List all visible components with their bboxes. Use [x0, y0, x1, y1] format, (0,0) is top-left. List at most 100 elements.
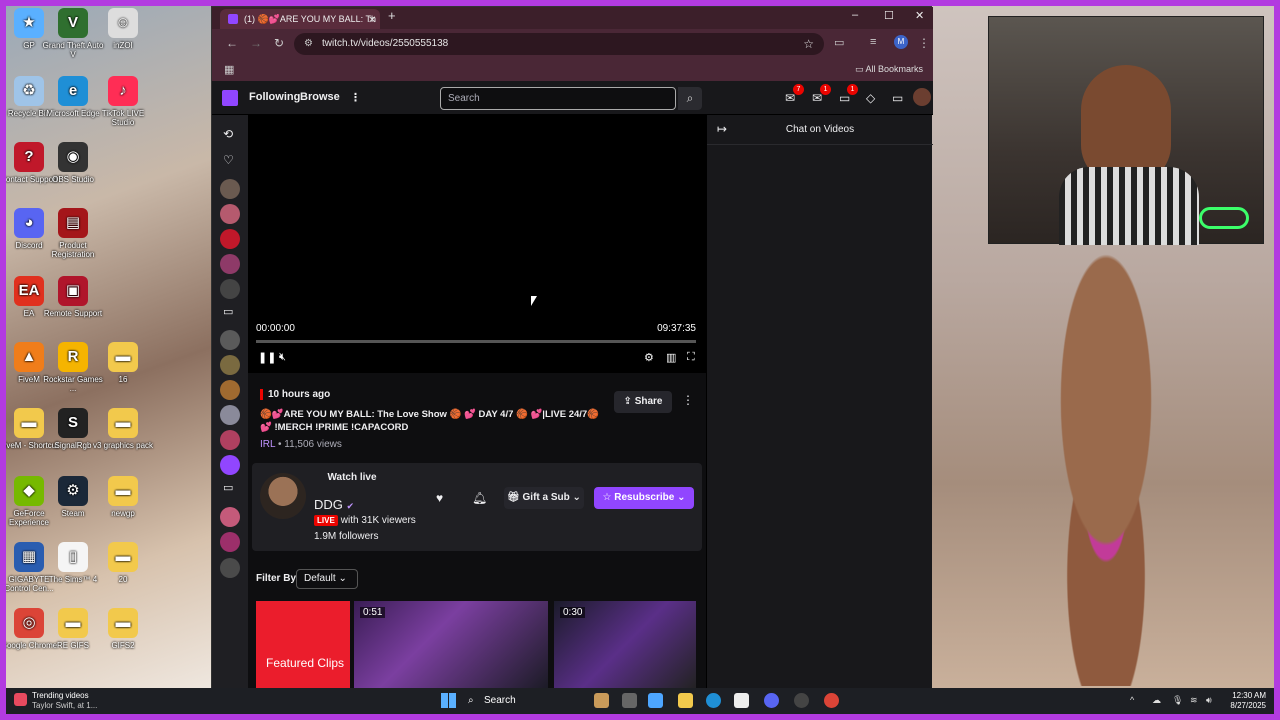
desktop-icon[interactable]: ☺ inZOI: [92, 8, 154, 50]
forward-icon[interactable]: →: [250, 36, 262, 50]
desktop-icon[interactable]: ▣ Remote Support: [42, 276, 104, 318]
settings-gear-icon[interactable]: ⚙: [644, 351, 654, 364]
back-icon[interactable]: ←: [226, 36, 238, 50]
file-explorer-icon[interactable]: [678, 693, 693, 708]
browser-tab[interactable]: (1) 🏀💕ARE YOU MY BALL: Th ✕: [220, 9, 380, 29]
volume-icon[interactable]: 🔊︎: [1206, 695, 1212, 706]
tray-app-icon[interactable]: ☁: [1152, 695, 1161, 706]
desktop-icon[interactable]: ♪ TikTok LIVE Studio: [92, 76, 154, 127]
sidebar-channel-avatar[interactable]: [220, 179, 240, 199]
browser-menu-icon[interactable]: ⋮: [918, 36, 930, 50]
new-tab-icon[interactable]: +: [388, 8, 396, 23]
sidebar-channel-avatar[interactable]: [220, 430, 240, 450]
nav-following[interactable]: Following: [249, 91, 300, 103]
cast-icon[interactable]: ▭: [834, 36, 844, 49]
collapse-chat-icon[interactable]: ↦: [717, 122, 727, 136]
store-icon[interactable]: [734, 693, 749, 708]
category-link[interactable]: IRL: [260, 439, 275, 450]
resubscribe-button[interactable]: ☆ Resubscribe ⌄: [594, 487, 694, 509]
more-menu-icon[interactable]: ⋮: [350, 91, 361, 104]
clip-thumbnail[interactable]: 0:51: [354, 601, 548, 688]
microphone-icon[interactable]: 🎙︎: [1172, 695, 1183, 706]
site-info-icon[interactable]: ⚙: [304, 33, 313, 55]
wifi-icon[interactable]: ≋: [1190, 695, 1198, 706]
clip-thumbnail[interactable]: 0:30: [554, 601, 696, 688]
search-input[interactable]: Search: [440, 87, 676, 110]
task-view-icon[interactable]: [622, 693, 637, 708]
seek-bar[interactable]: [256, 340, 696, 343]
sidebar-channel-avatar[interactable]: [220, 254, 240, 274]
system-clock[interactable]: 12:30 AM 8/27/2025: [1230, 691, 1266, 711]
discord-icon[interactable]: [764, 693, 779, 708]
sidebar-channel-avatar[interactable]: [220, 558, 240, 578]
sidebar-channel-avatar[interactable]: [220, 532, 240, 552]
all-bookmarks[interactable]: ▭ All Bookmarks: [855, 64, 923, 75]
reload-icon[interactable]: ↻: [274, 36, 284, 50]
fullscreen-icon[interactable]: ⛶: [687, 351, 695, 364]
desktop-icon-label: OBS Studio: [52, 175, 94, 184]
minimize-icon[interactable]: –: [852, 9, 858, 21]
sidebar-channel-avatar[interactable]: [220, 355, 240, 375]
sidebar-channel-avatar[interactable]: [220, 229, 240, 249]
twitch-logo-icon[interactable]: [222, 90, 238, 106]
camera-icon: ▭: [223, 306, 234, 318]
taskbar-search[interactable]: ⌕ Search: [464, 691, 574, 711]
trending-widget[interactable]: Trending videos Taylor Swift, at 1...: [14, 691, 97, 711]
star-icon: ☆: [602, 492, 615, 503]
profile-avatar[interactable]: M: [894, 35, 908, 49]
sidebar-channel-avatar[interactable]: [220, 455, 240, 475]
watch-live-button[interactable]: Watch live: [318, 467, 386, 489]
gift-sub-button[interactable]: 🎁︎ Gift a Sub ⌄: [504, 487, 584, 509]
bookmark-star-icon[interactable]: ☆: [803, 33, 814, 55]
windows-start-icon[interactable]: [441, 693, 456, 708]
close-window-icon[interactable]: ✕: [915, 9, 924, 22]
share-button[interactable]: ⇪ Share: [614, 391, 672, 413]
sidebar-channel-avatar[interactable]: [220, 204, 240, 224]
obs-icon[interactable]: [794, 693, 809, 708]
featured-clips-card[interactable]: Featured Clips: [256, 601, 350, 688]
desktop-icon-label: GP: [23, 41, 35, 50]
desktop-icon[interactable]: ▬ GIFS2: [92, 608, 154, 650]
sidebar-channel-avatar[interactable]: [220, 507, 240, 527]
video-more-icon[interactable]: ⋮: [682, 393, 694, 407]
desktop-icon[interactable]: ▬ 16: [92, 342, 154, 384]
mute-icon[interactable]: 🔇︎: [279, 351, 286, 364]
desktop-icon[interactable]: ▬ 20: [92, 542, 154, 584]
pause-icon[interactable]: ❚❚: [258, 351, 276, 364]
taskbar-app-icon[interactable]: [594, 693, 609, 708]
follow-heart-icon[interactable]: ♥: [436, 491, 443, 505]
video-player[interactable]: 00:00:00 09:37:35 ❚❚ 🔇︎ ⚙ ▥ ⛶: [248, 115, 706, 373]
turbo-icon[interactable]: ▭: [892, 91, 903, 105]
channel-name[interactable]: DDG ✔: [314, 497, 354, 512]
channel-avatar[interactable]: [260, 473, 306, 519]
notification-bell-icon[interactable]: 🔔︎: [472, 491, 487, 505]
user-avatar[interactable]: [913, 88, 931, 106]
search-icon[interactable]: ⌕: [678, 87, 702, 110]
recommended-icon[interactable]: ⟲: [223, 127, 233, 141]
sidebar-channel-avatar[interactable]: [220, 405, 240, 425]
webcam-overlay: [988, 16, 1264, 245]
tray-chevron-icon[interactable]: ^: [1130, 695, 1134, 705]
maximize-icon[interactable]: ☐: [884, 9, 894, 22]
theatre-mode-icon[interactable]: ▥: [666, 351, 676, 364]
edge-icon[interactable]: [706, 693, 721, 708]
desktop-icon[interactable]: ▬ v3 graphics pack: [92, 408, 154, 450]
filter-select[interactable]: Default ⌄: [296, 569, 358, 589]
desktop-icon[interactable]: ◉ OBS Studio: [42, 142, 104, 184]
sidebar-channel-avatar[interactable]: [220, 330, 240, 350]
bits-icon[interactable]: ◇: [866, 91, 875, 105]
apps-grid-icon[interactable]: ▦: [224, 63, 234, 76]
address-bar[interactable]: ⚙ twitch.tv/videos/2550555138 ☆: [294, 33, 824, 55]
app-icon: ♻: [14, 76, 44, 106]
nav-browse[interactable]: Browse: [300, 91, 340, 103]
tab-close-icon[interactable]: ✕: [368, 11, 376, 29]
sidebar-channel-avatar[interactable]: [220, 279, 240, 299]
app-icon: ▲: [14, 342, 44, 372]
sidebar-channel-avatar[interactable]: [220, 380, 240, 400]
followed-heart-icon[interactable]: ♡: [223, 153, 234, 167]
desktop-icon[interactable]: ▤ Product Registration: [42, 208, 104, 259]
chrome-icon[interactable]: [824, 693, 839, 708]
copilot-icon[interactable]: [648, 693, 663, 708]
desktop-icon[interactable]: ▬ newgp: [92, 476, 154, 518]
media-icon[interactable]: ≡: [870, 36, 876, 48]
